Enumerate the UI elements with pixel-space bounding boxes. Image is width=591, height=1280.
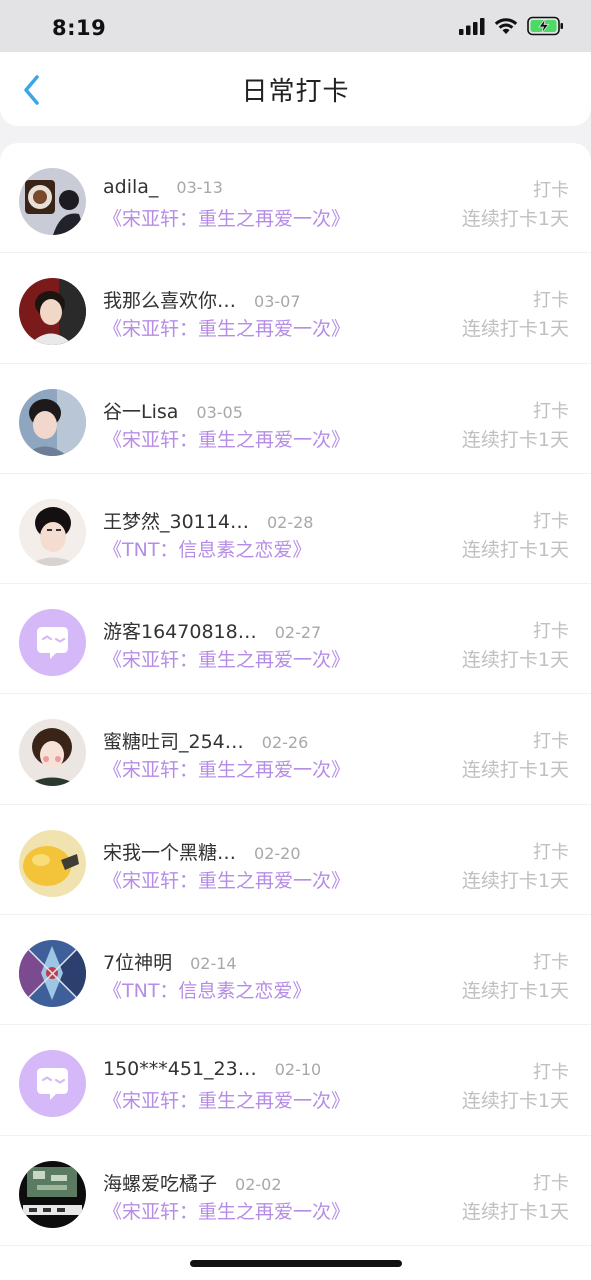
nav-header: 日常打卡 bbox=[0, 52, 591, 126]
list-item[interactable]: 150***451_23… 02-10 《宋亚轩：重生之再爱一次》 打卡 连续打… bbox=[0, 1025, 591, 1136]
streak-text: 连续打卡1天 bbox=[461, 318, 569, 341]
home-indicator[interactable] bbox=[190, 1260, 402, 1267]
book-title-link[interactable]: 《宋亚轩：重生之再爱一次》 bbox=[103, 755, 350, 782]
post-date: 03-13 bbox=[176, 178, 223, 197]
list-item[interactable]: 蜜糖吐司_254… 02-26 《宋亚轩：重生之再爱一次》 打卡 连续打卡1天 bbox=[0, 694, 591, 805]
book-title-link[interactable]: 《宋亚轩：重生之再爱一次》 bbox=[103, 645, 350, 672]
user-name: 蜜糖吐司_254… bbox=[103, 731, 244, 754]
user-name: 宋我一个黑糖… bbox=[103, 841, 237, 864]
status-bar: 8:19 bbox=[0, 0, 591, 52]
post-date: 03-07 bbox=[254, 292, 301, 312]
list-item[interactable]: 谷一Lisa 03-05 《宋亚轩：重生之再爱一次》 打卡 连续打卡1天 bbox=[0, 364, 591, 474]
name-line: 150***451_23… 02-10 bbox=[103, 1058, 431, 1080]
name-line: 王梦然_30114… 02-28 bbox=[103, 507, 431, 534]
streak-text: 连续打卡1天 bbox=[461, 759, 569, 782]
name-line: 宋我一个黑糖… 02-20 bbox=[103, 838, 431, 865]
checkin-list: adila_ 03-13 《宋亚轩：重生之再爱一次》 打卡 连续打卡1天 我那么… bbox=[0, 143, 591, 1280]
user-name: 7位神明 bbox=[103, 952, 173, 975]
post-date: 02-27 bbox=[274, 623, 322, 643]
streak-text: 连续打卡1天 bbox=[461, 869, 569, 892]
avatar[interactable] bbox=[19, 719, 86, 787]
avatar[interactable] bbox=[19, 278, 86, 346]
battery-charging-icon bbox=[527, 16, 565, 40]
avatar[interactable] bbox=[19, 168, 86, 235]
name-line: 蜜糖吐司_254… 02-26 bbox=[103, 727, 431, 754]
user-name: 海螺爱吃橘子 bbox=[103, 1172, 218, 1195]
avatar[interactable] bbox=[19, 1160, 86, 1228]
avatar[interactable] bbox=[19, 609, 86, 677]
list-item[interactable]: 王梦然_30114… 02-28 《TNT：信息素之恋爱》 打卡 连续打卡1天 bbox=[0, 474, 591, 585]
name-line: 谷一Lisa 03-05 bbox=[103, 397, 431, 424]
name-line: adila_ 03-13 bbox=[103, 176, 431, 198]
book-title-link[interactable]: 《宋亚轩：重生之再爱一次》 bbox=[103, 425, 350, 452]
post-date: 03-05 bbox=[196, 402, 243, 422]
status-time: 8:19 bbox=[52, 16, 107, 40]
name-line: 游客16470818… 02-27 bbox=[103, 617, 431, 644]
streak-text: 连续打卡1天 bbox=[461, 649, 569, 672]
streak-text: 连续打卡1天 bbox=[461, 428, 569, 451]
user-name: 谷一Lisa bbox=[103, 400, 179, 423]
streak-text: 连续打卡1天 bbox=[461, 980, 569, 1003]
user-name: 150***451_23… bbox=[103, 1058, 257, 1081]
user-name: adila_ bbox=[103, 176, 159, 198]
list-item[interactable]: 海螺爱吃橘子 02-02 《宋亚轩：重生之再爱一次》 打卡 连续打卡1天 bbox=[0, 1136, 591, 1246]
book-title-link[interactable]: 《TNT：信息素之恋爱》 bbox=[103, 535, 311, 562]
status-icons bbox=[459, 12, 565, 40]
avatar[interactable] bbox=[19, 829, 86, 897]
list-item[interactable]: 我那么喜欢你… 03-07 《宋亚轩：重生之再爱一次》 打卡 连续打卡1天 bbox=[0, 253, 591, 364]
post-date: 02-26 bbox=[261, 733, 309, 753]
checkin-label: 打卡 bbox=[533, 290, 569, 312]
book-title-link[interactable]: 《TNT：信息素之恋爱》 bbox=[103, 976, 311, 1003]
book-title-link[interactable]: 《宋亚轩：重生之再爱一次》 bbox=[103, 314, 350, 341]
list-item[interactable]: 7位神明 02-14 《TNT：信息素之恋爱》 打卡 连续打卡1天 bbox=[0, 915, 591, 1026]
name-line: 海螺爱吃橘子 02-02 bbox=[103, 1169, 431, 1196]
post-date: 02-10 bbox=[274, 1060, 322, 1080]
streak-text: 连续打卡1天 bbox=[461, 1200, 569, 1223]
checkin-label: 打卡 bbox=[533, 952, 569, 974]
checkin-label: 打卡 bbox=[533, 1172, 569, 1194]
chevron-left-icon bbox=[24, 75, 39, 105]
streak-text: 连续打卡1天 bbox=[461, 538, 569, 561]
checkin-label: 打卡 bbox=[533, 180, 569, 201]
checkin-label: 打卡 bbox=[533, 1062, 569, 1084]
checkin-label: 打卡 bbox=[533, 510, 569, 532]
back-button[interactable] bbox=[14, 72, 50, 108]
page-title: 日常打卡 bbox=[241, 76, 350, 107]
post-date: 02-02 bbox=[235, 1174, 282, 1194]
cellular-signal-icon bbox=[459, 17, 485, 39]
post-date: 02-14 bbox=[190, 954, 237, 974]
checkin-label: 打卡 bbox=[533, 400, 569, 422]
list-item[interactable]: 游客16470818… 02-27 《宋亚轩：重生之再爱一次》 打卡 连续打卡1… bbox=[0, 584, 591, 695]
name-line: 7位神明 02-14 bbox=[103, 948, 431, 975]
wifi-icon bbox=[494, 17, 518, 39]
book-title-link[interactable]: 《宋亚轩：重生之再爱一次》 bbox=[103, 204, 350, 231]
list-item[interactable]: adila_ 03-13 《宋亚轩：重生之再爱一次》 打卡 连续打卡1天 bbox=[0, 143, 591, 254]
book-title-link[interactable]: 《宋亚轩：重生之再爱一次》 bbox=[103, 1197, 350, 1224]
user-name: 我那么喜欢你… bbox=[103, 290, 237, 313]
avatar[interactable] bbox=[19, 498, 86, 566]
list-item[interactable]: 宋我一个黑糖… 02-20 《宋亚轩：重生之再爱一次》 打卡 连续打卡1天 bbox=[0, 805, 591, 916]
streak-text: 连续打卡1天 bbox=[461, 208, 569, 230]
streak-text: 连续打卡1天 bbox=[461, 1090, 569, 1113]
post-date: 02-20 bbox=[254, 843, 301, 863]
checkin-label: 打卡 bbox=[533, 621, 569, 643]
post-date: 02-28 bbox=[266, 512, 314, 532]
checkin-label: 打卡 bbox=[533, 841, 569, 863]
avatar[interactable] bbox=[19, 1050, 86, 1118]
avatar[interactable] bbox=[19, 940, 86, 1008]
user-name: 王梦然_30114… bbox=[103, 510, 249, 533]
checkin-label: 打卡 bbox=[533, 731, 569, 753]
book-title-link[interactable]: 《宋亚轩：重生之再爱一次》 bbox=[103, 1086, 350, 1113]
name-line: 我那么喜欢你… 03-07 bbox=[103, 286, 431, 313]
user-name: 游客16470818… bbox=[103, 621, 257, 644]
avatar[interactable] bbox=[19, 388, 86, 456]
book-title-link[interactable]: 《宋亚轩：重生之再爱一次》 bbox=[103, 866, 350, 893]
